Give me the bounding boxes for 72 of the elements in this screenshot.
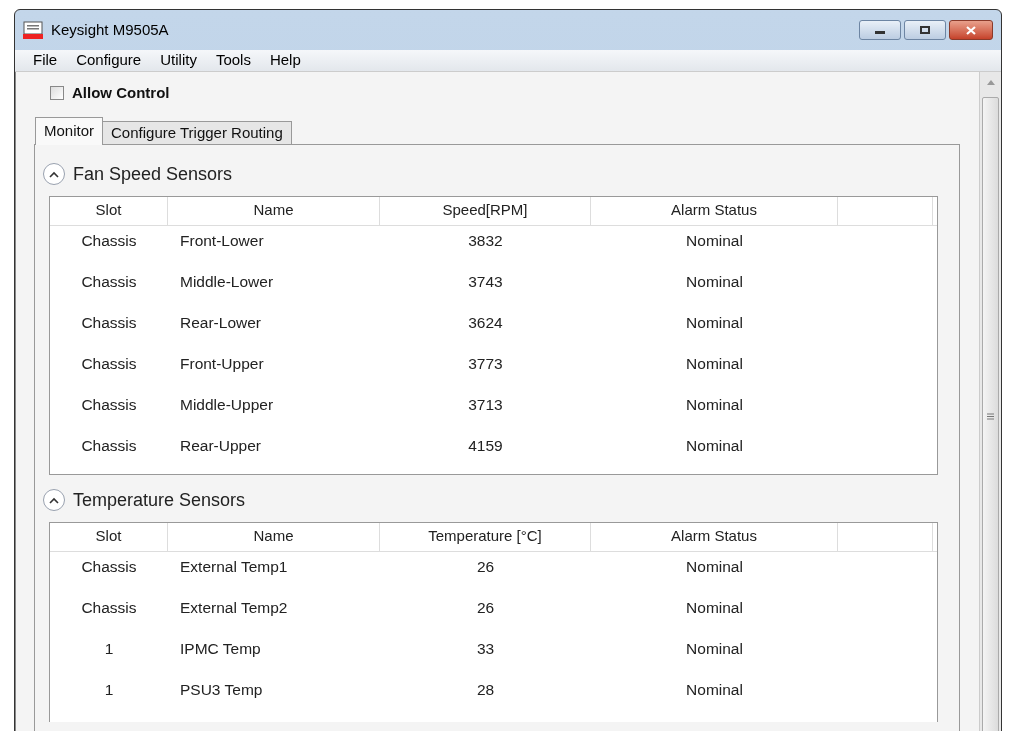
table-cell: 28 bbox=[476, 680, 495, 698]
table-cell: Rear-Lower bbox=[180, 313, 261, 331]
column-header[interactable]: Name bbox=[168, 522, 380, 551]
table-cell: 1 bbox=[104, 639, 114, 657]
table-cell: Nominal bbox=[686, 436, 743, 454]
chevron-up-icon bbox=[49, 496, 59, 504]
table-cell: Chassis bbox=[81, 231, 137, 249]
table-cell: 26 bbox=[476, 598, 495, 616]
window-title: Keysight M9505A bbox=[51, 19, 169, 40]
collapse-toggle[interactable] bbox=[43, 163, 65, 185]
table-cell: Nominal bbox=[686, 557, 743, 575]
chevron-up-icon bbox=[49, 170, 59, 178]
table-cell: Nominal bbox=[686, 598, 743, 616]
minimize-button[interactable] bbox=[859, 20, 901, 40]
column-header[interactable]: Speed[RPM] bbox=[380, 196, 591, 225]
menu-item[interactable]: Utility bbox=[160, 49, 197, 72]
table-cell: Nominal bbox=[686, 639, 743, 657]
close-button[interactable] bbox=[949, 20, 993, 40]
tab[interactable]: Monitor bbox=[35, 116, 104, 145]
table-cell: Chassis bbox=[81, 598, 137, 616]
column-header[interactable]: Slot bbox=[50, 522, 168, 551]
menu-item[interactable]: Tools bbox=[215, 49, 251, 72]
table-cell: 3743 bbox=[468, 272, 503, 290]
table-cell: 3773 bbox=[468, 354, 503, 372]
close-icon bbox=[966, 25, 976, 35]
menu-item[interactable]: File bbox=[33, 49, 58, 72]
app-monitor-icon bbox=[23, 21, 43, 39]
table-cell: Chassis bbox=[81, 395, 137, 413]
collapse-toggle[interactable] bbox=[43, 489, 65, 511]
table-cell: Front-Upper bbox=[180, 354, 264, 372]
table-cell: Nominal bbox=[686, 680, 743, 698]
column-header[interactable]: Slot bbox=[50, 196, 168, 225]
table-cell: 4159 bbox=[468, 436, 503, 454]
table-cell: Chassis bbox=[81, 354, 137, 372]
table-cell: 26 bbox=[476, 557, 495, 575]
vertical-scrollbar[interactable] bbox=[979, 72, 1001, 731]
table-cell: Front-Lower bbox=[180, 231, 264, 249]
table-cell: Rear-Upper bbox=[180, 436, 261, 454]
checkbox[interactable] bbox=[50, 86, 64, 101]
table-cell: PSU3 Temp bbox=[180, 680, 263, 698]
section-title: Temperature Sensors bbox=[73, 488, 246, 512]
table-cell: 3832 bbox=[468, 231, 503, 249]
maximize-button[interactable] bbox=[904, 20, 946, 40]
table-cell: 33 bbox=[476, 639, 495, 657]
table-cell: Chassis bbox=[81, 313, 137, 331]
table-cell: External Temp2 bbox=[180, 598, 288, 616]
column-header[interactable]: Alarm Status bbox=[591, 196, 838, 225]
column-header[interactable]: Alarm Status bbox=[591, 522, 838, 551]
tab[interactable]: Configure Trigger Routing bbox=[102, 120, 292, 145]
table-cell: Chassis bbox=[81, 272, 137, 290]
table-cell: Chassis bbox=[81, 436, 137, 454]
table-cell: Nominal bbox=[686, 354, 743, 372]
table-cell: Chassis bbox=[81, 557, 137, 575]
table-cell: Middle-Lower bbox=[180, 272, 274, 290]
table-cell: 3624 bbox=[468, 313, 503, 331]
table-cell: Nominal bbox=[686, 313, 743, 331]
menu-item[interactable]: Help bbox=[269, 49, 301, 72]
section-title: Fan Speed Sensors bbox=[73, 162, 233, 186]
table-cell: Nominal bbox=[686, 231, 743, 249]
column-header[interactable]: Temperature [°C] bbox=[380, 522, 591, 551]
table-cell: External Temp1 bbox=[180, 557, 288, 575]
menu-item[interactable]: Configure bbox=[76, 49, 142, 72]
scrollbar-thumb[interactable] bbox=[982, 97, 999, 731]
table-cell: IPMC Temp bbox=[180, 639, 261, 657]
table-cell: Nominal bbox=[686, 395, 743, 413]
grip-icon bbox=[987, 413, 994, 420]
table-cell: 3713 bbox=[468, 395, 503, 413]
column-header[interactable]: Name bbox=[168, 196, 380, 225]
table-cell: Nominal bbox=[686, 272, 743, 290]
checkbox-label: Allow Control bbox=[72, 83, 170, 103]
table-cell: Middle-Upper bbox=[180, 395, 274, 413]
table-cell: 1 bbox=[104, 680, 114, 698]
